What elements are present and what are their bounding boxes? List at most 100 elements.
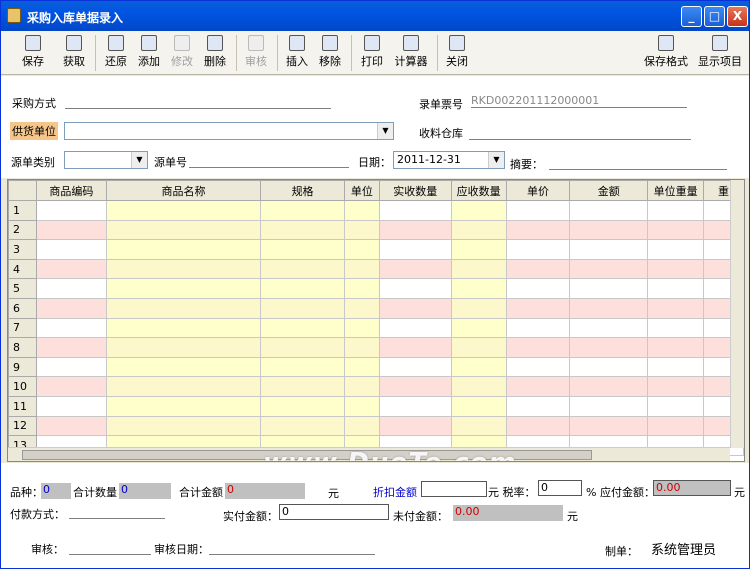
grid-cell[interactable] — [505, 317, 571, 339]
grid-cell[interactable] — [260, 317, 345, 339]
grid-cell[interactable] — [569, 337, 649, 358]
grid-cell[interactable] — [450, 297, 507, 319]
grid-cell[interactable] — [343, 258, 380, 280]
grid-cell[interactable] — [450, 376, 507, 397]
grid-cell[interactable] — [505, 337, 571, 358]
grid-cell[interactable] — [450, 395, 507, 417]
grid-cell[interactable] — [505, 356, 571, 378]
grid-cell[interactable] — [378, 278, 452, 299]
table-row[interactable]: 8 — [8, 337, 744, 358]
tax-rate-input[interactable]: 0 — [538, 480, 582, 496]
audit-button[interactable]: 审核 — [241, 33, 271, 73]
summary-field[interactable] — [549, 156, 727, 170]
grid-cell[interactable] — [343, 415, 380, 437]
col-header[interactable]: 单价 — [505, 180, 571, 201]
grid-cell[interactable] — [450, 239, 507, 260]
calculator-button[interactable]: 计算器 — [391, 33, 431, 73]
grid-cell[interactable] — [378, 356, 452, 378]
grid-cell[interactable] — [450, 200, 507, 221]
grid-cell[interactable] — [378, 395, 452, 417]
grid-cell[interactable] — [105, 395, 262, 417]
maximize-button[interactable]: □ — [704, 6, 725, 27]
grid-cell[interactable] — [343, 219, 380, 241]
grid-cell[interactable] — [569, 356, 649, 378]
grid-cell[interactable] — [260, 376, 345, 397]
grid-cell[interactable] — [569, 239, 649, 260]
col-header[interactable]: 商品编码 — [35, 180, 107, 201]
grid-cell[interactable] — [378, 258, 452, 280]
grid-cell[interactable] — [260, 297, 345, 319]
grid-cell[interactable] — [450, 258, 507, 280]
table-row[interactable]: 4 — [8, 258, 744, 280]
grid-cell[interactable] — [105, 317, 262, 339]
grid-cell[interactable] — [343, 297, 380, 319]
grid-cell[interactable] — [260, 219, 345, 241]
grid-cell[interactable] — [260, 239, 345, 260]
grid-cell[interactable] — [450, 356, 507, 378]
grid-cell[interactable] — [378, 337, 452, 358]
remove-button[interactable]: 移除 — [315, 33, 345, 73]
grid-cell[interactable] — [260, 415, 345, 437]
grid-cell[interactable] — [569, 278, 649, 299]
save-button[interactable]: 保存 — [18, 33, 48, 73]
table-row[interactable]: 10 — [8, 376, 744, 397]
table-row[interactable]: 2 — [8, 219, 744, 241]
grid-cell[interactable] — [260, 258, 345, 280]
grid-cell[interactable] — [35, 297, 107, 319]
warehouse-field[interactable] — [469, 126, 691, 140]
show-items-button[interactable]: 显示项目 — [695, 33, 745, 73]
grid-cell[interactable] — [343, 278, 380, 299]
col-header[interactable]: 金额 — [569, 180, 649, 201]
grid-cell[interactable] — [505, 415, 571, 437]
print-button[interactable]: 打印 — [357, 33, 387, 73]
grid-cell[interactable] — [343, 317, 380, 339]
fetch-button[interactable]: 获取 — [59, 33, 89, 73]
col-header[interactable]: 规格 — [260, 180, 345, 201]
grid-cell[interactable] — [647, 376, 705, 397]
col-header[interactable]: 单位 — [343, 180, 380, 201]
grid-cell[interactable] — [35, 395, 107, 417]
grid-cell[interactable] — [378, 376, 452, 397]
grid-cell[interactable] — [35, 356, 107, 378]
grid-cell[interactable] — [343, 376, 380, 397]
grid-cell[interactable] — [569, 258, 649, 280]
col-header[interactable]: 应收数量 — [450, 180, 507, 201]
grid-cell[interactable] — [105, 239, 262, 260]
grid-cell[interactable] — [35, 219, 107, 241]
grid-cell[interactable] — [35, 258, 107, 280]
grid-cell[interactable] — [105, 219, 262, 241]
purchase-method-field[interactable] — [65, 95, 331, 109]
grid-cell[interactable] — [378, 200, 452, 221]
grid-cell[interactable] — [35, 317, 107, 339]
grid-cell[interactable] — [450, 219, 507, 241]
grid-cell[interactable] — [260, 200, 345, 221]
add-button[interactable]: 添加 — [134, 33, 164, 73]
grid-cell[interactable] — [647, 297, 705, 319]
grid-cell[interactable] — [647, 200, 705, 221]
vertical-scrollbar[interactable] — [730, 180, 744, 448]
grid-cell[interactable] — [343, 356, 380, 378]
col-header[interactable]: 单位重量 — [647, 180, 705, 201]
grid-cell[interactable] — [505, 258, 571, 280]
grid-cell[interactable] — [647, 258, 705, 280]
grid-cell[interactable] — [647, 337, 705, 358]
grid-cell[interactable] — [378, 239, 452, 260]
chevron-down-icon[interactable]: ▼ — [131, 152, 147, 168]
table-row[interactable]: 12 — [8, 415, 744, 437]
undo-button[interactable]: 还原 — [101, 33, 131, 73]
grid-cell[interactable] — [105, 415, 262, 437]
grid-cell[interactable] — [378, 415, 452, 437]
grid-cell[interactable] — [260, 278, 345, 299]
grid-cell[interactable] — [260, 356, 345, 378]
grid-cell[interactable] — [450, 415, 507, 437]
edit-button[interactable]: 修改 — [167, 33, 197, 73]
col-header[interactable]: 实收数量 — [378, 180, 452, 201]
grid-cell[interactable] — [450, 278, 507, 299]
grid-cell[interactable] — [647, 278, 705, 299]
grid-cell[interactable] — [105, 258, 262, 280]
insert-button[interactable]: 插入 — [282, 33, 312, 73]
grid-cell[interactable] — [569, 219, 649, 241]
grid-cell[interactable] — [260, 337, 345, 358]
grid-cell[interactable] — [105, 278, 262, 299]
grid-cell[interactable] — [105, 200, 262, 221]
